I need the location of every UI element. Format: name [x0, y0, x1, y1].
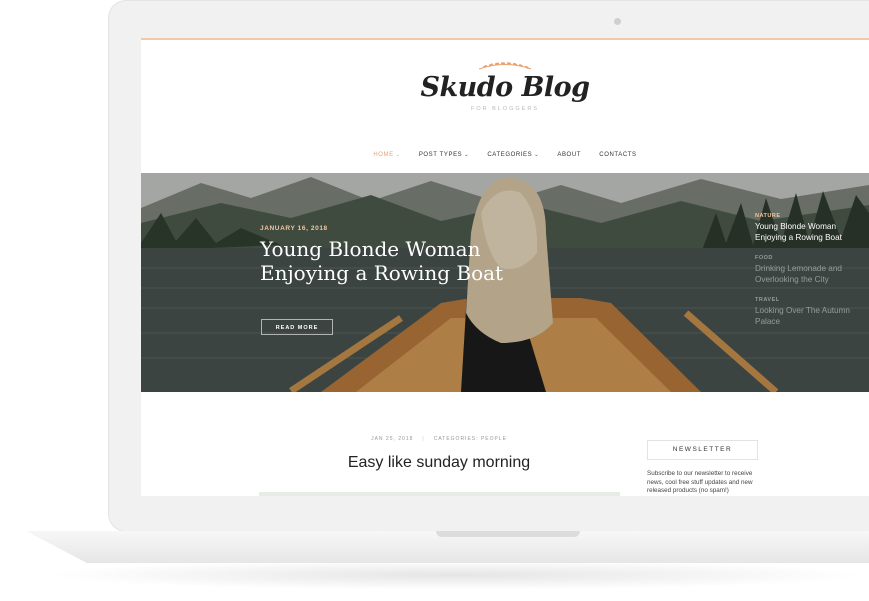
hero-slider[interactable]: JANUARY 16, 2018 Young Blonde Woman Enjo… — [141, 173, 869, 392]
hero-title[interactable]: Young Blonde Woman Enjoying a Rowing Boa… — [260, 237, 550, 285]
site-logo[interactable]: Skudo Blog FOR BLOGGERS — [141, 60, 869, 112]
side-post-title: Looking Over The Autumn Palace — [755, 306, 850, 326]
nav-item-home[interactable]: HOME ⌄ — [373, 152, 400, 158]
nav-item-label: CONTACTS — [599, 152, 637, 158]
nav-item-label: CATEGORIES — [487, 152, 533, 158]
newsletter-heading: NEWSLETTER — [647, 440, 758, 460]
chevron-down-icon: ⌄ — [464, 152, 470, 158]
side-post-item[interactable]: TRAVEL Looking Over The Autumn Palace — [755, 297, 867, 327]
logo-tagline: FOR BLOGGERS — [470, 106, 539, 112]
side-post-category: TRAVEL — [755, 297, 780, 303]
nav-item-contacts[interactable]: CONTACTS — [599, 152, 636, 158]
read-more-button[interactable]: READ MORE — [261, 319, 333, 335]
post-title[interactable]: Easy like sunday morning — [259, 454, 619, 472]
main-nav: HOME ⌄ POST TYPES ⌄ CATEGORIES ⌄ ABOUT CONT… — [141, 152, 869, 158]
laptop-base — [26, 531, 869, 563]
laptop-base-notch — [436, 531, 580, 537]
post-categories[interactable]: CATEGORIES: PEOPLE — [434, 436, 507, 442]
hero-title-line: Enjoying a Rowing Boat — [260, 261, 504, 285]
post-image[interactable] — [259, 492, 620, 496]
nav-item-label: POST TYPES — [418, 152, 463, 158]
logo-title: Skudo Blog — [420, 72, 590, 103]
hero-title-line: Young Blonde Woman — [260, 237, 481, 261]
laptop-shadow — [40, 560, 869, 590]
chevron-down-icon: ⌄ — [395, 152, 401, 158]
newsletter-description: Subscribe to our newsletter to receive n… — [647, 470, 753, 494]
nav-item-post-types[interactable]: POST TYPES ⌄ — [419, 152, 469, 158]
meta-separator: | — [422, 436, 425, 442]
side-post-item[interactable]: FOOD Drinking Lemonade and Overlooking t… — [755, 255, 867, 285]
side-post-title: Young Blonde Woman Enjoying a Rowing Boa… — [755, 222, 842, 242]
side-post-title: Drinking Lemonade and Overlooking the Ci… — [755, 264, 842, 284]
camera-icon — [614, 18, 621, 25]
top-accent-line — [141, 38, 869, 40]
nav-item-about[interactable]: ABOUT — [557, 152, 581, 158]
side-post-item[interactable]: NATURE Young Blonde Woman Enjoying a Row… — [755, 213, 867, 243]
hero-date: JANUARY 16, 2018 — [260, 225, 328, 232]
hero-side-list: NATURE Young Blonde Woman Enjoying a Row… — [755, 213, 867, 339]
post-date: JAN 25, 2018 — [371, 436, 414, 442]
side-post-category: FOOD — [755, 255, 773, 261]
post-meta: JAN 25, 2018 | CATEGORIES: PEOPLE — [259, 436, 619, 442]
nav-item-label: ABOUT — [557, 152, 582, 158]
nav-item-label: HOME — [373, 152, 394, 158]
browser-screen: Skudo Blog FOR BLOGGERS HOME ⌄ POST TYPES… — [141, 38, 869, 496]
chevron-down-icon: ⌄ — [534, 152, 540, 158]
nav-item-categories[interactable]: CATEGORIES ⌄ — [487, 152, 539, 158]
side-post-category: NATURE — [755, 213, 781, 219]
